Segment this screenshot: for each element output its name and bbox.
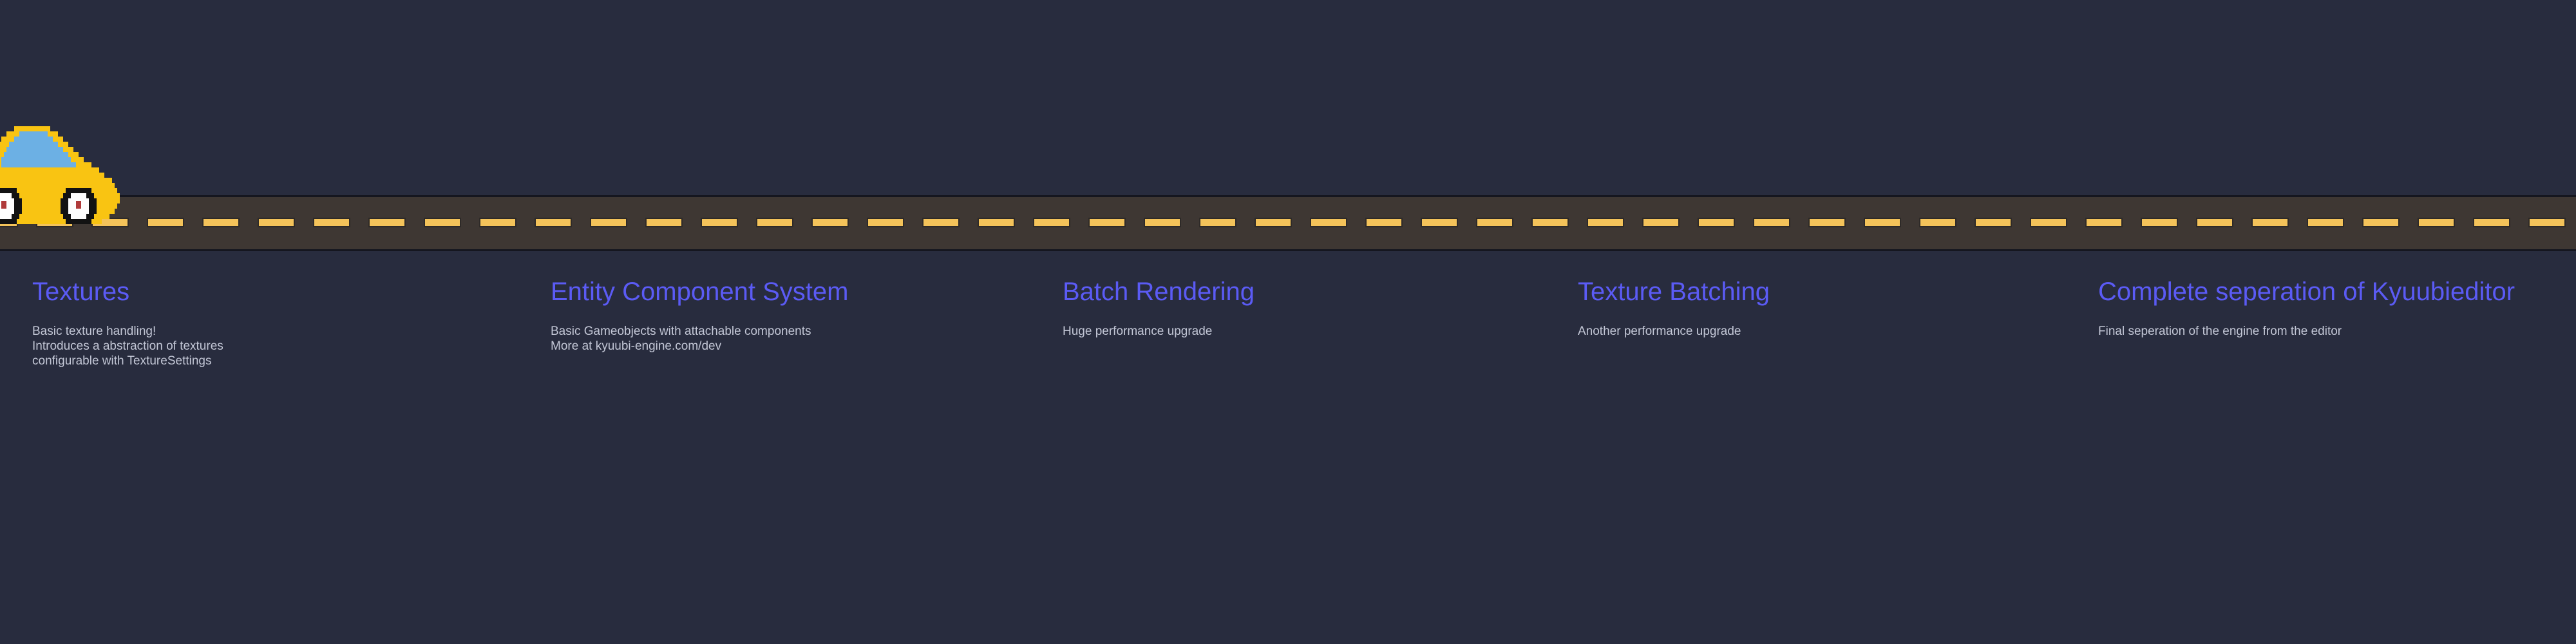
car-pixel [0,167,99,173]
car-pixel [0,173,104,178]
road-dash [1199,218,1236,227]
milestone-title: Textures [32,278,130,306]
road-dash [1642,218,1680,227]
milestone-title: Complete seperation of Kyuubieditor [2098,278,2515,306]
road-dash [2362,218,2400,227]
car-pixel [1,162,76,167]
milestone-description: Final seperation of the engine from the … [2098,325,2342,338]
road-dash [2251,218,2289,227]
road-dash [1587,218,1624,227]
road-dash [1033,218,1070,227]
car-pixel [66,219,91,224]
car-pixel [76,201,81,209]
milestone-title: Texture Batching [1578,278,1770,306]
road-dash [313,218,350,227]
car-pixel [1,157,71,162]
road-lane-dashes [0,218,2576,227]
car-pixel [0,193,12,198]
road-dash [147,218,184,227]
road-dash [590,218,627,227]
road-dash [1365,218,1403,227]
car-pixel [0,188,17,193]
car-pixel [66,188,91,193]
road-dash [1808,218,1846,227]
road-dash [2418,218,2455,227]
road-dash [1476,218,1513,227]
milestone-5: Complete seperation of Kyuubieditor Final… [2098,277,2515,339]
car-pixel [6,147,63,152]
road-dash [922,218,960,227]
road-dash [1531,218,1569,227]
milestone-description: Basic texture handling! Introduces a abs… [32,325,223,368]
road-dash [2528,218,2566,227]
milestone-2: Entity Component System Basic Gameobjects… [551,277,848,354]
car-pixel [19,131,48,137]
car-pixel [0,178,112,183]
road-dash [2473,218,2510,227]
milestone-3: Batch Rendering Huge performance upgrade [1063,277,1255,339]
car-pixel [1,201,6,209]
road-dash [756,218,793,227]
car-pixel [0,214,12,219]
road-dash [701,218,738,227]
car-pixel [0,219,17,224]
milestone-list: Textures Basic texture handling! Introduc… [0,277,2576,638]
road-dash [1753,218,1790,227]
car-pixel [4,152,68,157]
road-dash [535,218,572,227]
milestone-description: Basic Gameobjects with attachable compon… [551,325,811,354]
road-dash [1698,218,1735,227]
pixel-car-sprite [0,126,125,224]
milestone-1: Textures Basic texture handling! Introduc… [32,277,223,369]
road-dash [368,218,406,227]
roadmap-page: Textures Basic texture handling! Introduc… [0,0,2576,644]
car-pixel [0,209,14,214]
milestone-title: Batch Rendering [1063,278,1255,306]
milestone-description: Another performance upgrade [1578,325,1741,338]
road-dash [1421,218,1458,227]
car-pixel [71,193,86,198]
milestone-4: Texture Batching Another performance upgr… [1578,277,1770,339]
car-pixel [0,183,115,188]
road-dash [2307,218,2344,227]
milestone-title: Entity Component System [551,278,849,306]
road-dash [1919,218,1956,227]
road-dash [1310,218,1347,227]
road-dash [1255,218,1292,227]
road-dash [2030,218,2067,227]
road-dash [1144,218,1181,227]
road-dash [1975,218,2012,227]
road-dash [479,218,516,227]
road-scene [0,0,2576,258]
road-dash [2196,218,2233,227]
car-pixel [68,209,89,214]
car-pixel [0,188,117,193]
road-dash [1088,218,1126,227]
road-dash [811,218,849,227]
car-pixel [14,126,50,131]
car-pixel [9,142,58,147]
road-dash [978,218,1015,227]
road-dash [645,218,683,227]
car-pixel [71,214,86,219]
car-pixel [14,137,53,142]
road-dash [424,218,461,227]
road-dash [2141,218,2178,227]
road-dash [2085,218,2123,227]
road-dash [1864,218,1901,227]
road-dash [867,218,904,227]
road-dash [258,218,295,227]
milestone-description: Huge performance upgrade [1063,325,1213,338]
road-dash [202,218,240,227]
